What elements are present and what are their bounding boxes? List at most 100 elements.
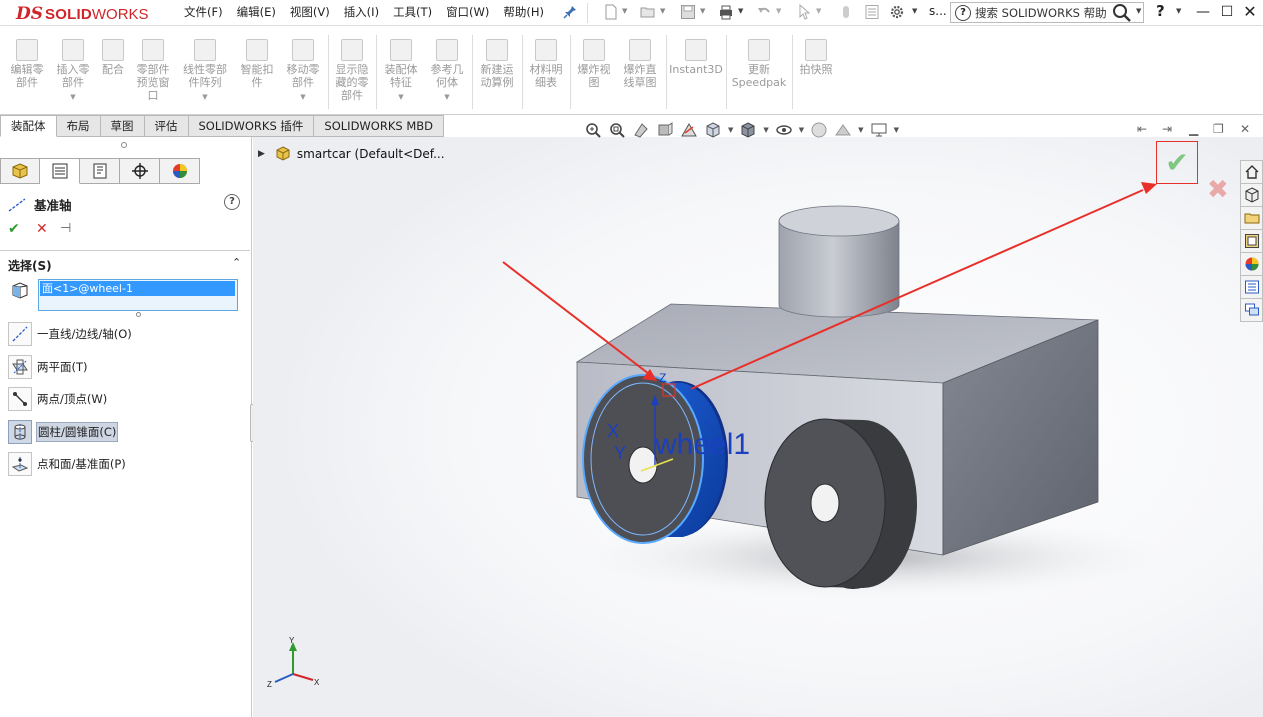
insert-component-dropdown-icon[interactable]: ▼ — [50, 91, 96, 104]
new-dropdown-icon[interactable]: ▼ — [622, 7, 627, 15]
menu-window[interactable]: 窗口(W) — [446, 4, 489, 22]
tab-property-manager[interactable] — [40, 158, 80, 184]
menu-file[interactable]: 文件(F) — [184, 4, 223, 22]
pushpin-button[interactable]: ⊣ — [60, 221, 71, 236]
selection-list-box[interactable]: 面<1>@wheel-1 — [38, 279, 238, 311]
take-snapshot-button[interactable]: 拍快照 — [794, 39, 838, 76]
search-icon[interactable] — [1112, 3, 1132, 23]
menu-view[interactable]: 视图(V) — [290, 4, 330, 22]
edit-component-button[interactable]: 编辑零 部件 — [4, 39, 50, 89]
open-dropdown-icon[interactable]: ▼ — [660, 7, 665, 15]
select-dropdown-icon[interactable]: ▼ — [816, 7, 821, 15]
tab-evaluate[interactable]: 评估 — [144, 115, 189, 137]
solidworks-logo[interactable]: DS SOLID WORKS — [16, 2, 149, 26]
tab-dimxpert-manager[interactable] — [120, 158, 160, 184]
task-custom-properties-tab[interactable] — [1240, 275, 1263, 299]
ok-checkmark-button[interactable]: ✔ — [8, 221, 20, 237]
flyout-feature-tree[interactable]: ▶ smartcar (Default<Def... — [258, 146, 445, 162]
select-arrow-icon[interactable] — [796, 4, 812, 20]
maximize-window-icon[interactable]: ☐ — [1217, 3, 1237, 21]
new-document-icon[interactable] — [603, 4, 619, 20]
tab-configuration-manager[interactable] — [80, 158, 120, 184]
print-icon[interactable] — [718, 4, 734, 20]
save-icon[interactable] — [680, 4, 696, 20]
list-resize-handle[interactable] — [136, 312, 141, 317]
menu-help[interactable]: 帮助(H) — [503, 4, 544, 22]
apply-scene-icon[interactable] — [834, 121, 852, 139]
selections-section-title[interactable]: 选择(S) — [8, 257, 52, 274]
option-two-points[interactable]: 两点/顶点(W) — [8, 387, 108, 411]
tab-addins[interactable]: SOLIDWORKS 插件 — [188, 115, 315, 137]
task-file-explorer-tab[interactable] — [1240, 206, 1263, 230]
save-dropdown-icon[interactable]: ▼ — [700, 7, 705, 15]
option-two-planes[interactable]: 两平面(T) — [8, 355, 89, 379]
pin-menu-icon[interactable] — [562, 4, 578, 20]
options-gear-icon[interactable] — [889, 4, 905, 20]
reference-geometry-button[interactable]: 参考几 何体 ▼ — [424, 39, 470, 104]
apply-scene-dropdown-icon[interactable]: ▼ — [858, 126, 863, 134]
rebuild-icon[interactable] — [838, 4, 854, 20]
dynamic-annotation-icon[interactable] — [680, 121, 698, 139]
insert-component-button[interactable]: 插入零 部件 ▼ — [50, 39, 96, 104]
hide-show-items-icon[interactable] — [775, 121, 793, 139]
assembly-features-button[interactable]: 装配体 特征 ▼ — [378, 39, 424, 104]
new-motion-study-button[interactable]: 新建运 动算例 — [474, 39, 520, 89]
assembly-features-dropdown-icon[interactable]: ▼ — [378, 91, 424, 104]
viewport-minimize-icon[interactable]: ▁ — [1189, 122, 1198, 136]
zoom-to-area-icon[interactable] — [608, 121, 626, 139]
reference-geometry-dropdown-icon[interactable]: ▼ — [424, 91, 470, 104]
menu-tools[interactable]: 工具(T) — [393, 4, 432, 22]
tab-sketch[interactable]: 草图 — [100, 115, 145, 137]
print-dropdown-icon[interactable]: ▼ — [738, 7, 743, 15]
view-settings-dropdown-icon[interactable]: ▼ — [894, 126, 899, 134]
linear-pattern-dropdown-icon[interactable]: ▼ — [178, 91, 232, 104]
viewport-next-icon[interactable]: ⇥ — [1162, 122, 1172, 136]
menu-edit[interactable]: 编辑(E) — [237, 4, 276, 22]
smart-fasteners-button[interactable]: 智能扣 件 — [234, 39, 280, 89]
display-style-icon[interactable] — [739, 121, 757, 139]
tab-assembly[interactable]: 装配体 — [0, 115, 57, 137]
options-dropdown-icon[interactable]: ▼ — [912, 7, 917, 15]
file-properties-icon[interactable] — [864, 4, 880, 20]
collapse-chevron-icon[interactable]: ⌃ — [232, 256, 241, 269]
update-speedpak-button[interactable]: 更新 Speedpak — [728, 39, 790, 89]
graphics-area[interactable]: + X Y Z wheel1 Y X Z ▶ smartcar (Default… — [253, 137, 1263, 717]
zoom-to-fit-icon[interactable] — [584, 121, 602, 139]
close-window-icon[interactable]: ✕ — [1240, 3, 1260, 21]
view-settings-monitor-icon[interactable] — [870, 121, 888, 139]
option-cylinder-cone[interactable]: 圆柱/圆锥面(C) — [8, 420, 119, 444]
task-appearances-tab[interactable] — [1240, 252, 1263, 276]
viewport-prev-icon[interactable]: ⇤ — [1137, 122, 1147, 136]
explode-line-sketch-button[interactable]: 爆炸直 线草图 — [616, 39, 664, 89]
minimize-window-icon[interactable]: — — [1193, 3, 1213, 21]
expand-arrow-icon[interactable]: ▶ — [258, 149, 265, 159]
tab-display-manager[interactable] — [160, 158, 200, 184]
assembly-tree-item[interactable]: smartcar (Default<Def... — [297, 147, 445, 161]
viewport-close-icon[interactable]: ✕ — [1240, 122, 1250, 136]
panel-grip-handle[interactable] — [121, 142, 127, 148]
tab-layout[interactable]: 布局 — [56, 115, 101, 137]
component-preview-button[interactable]: 零部件 预览窗 口 — [130, 39, 176, 102]
undo-dropdown-icon[interactable]: ▼ — [776, 7, 781, 15]
hide-show-dropdown-icon[interactable]: ▼ — [799, 126, 804, 134]
selected-face-item[interactable]: 面<1>@wheel-1 — [40, 281, 235, 296]
move-component-button[interactable]: 移动零 部件 ▼ — [280, 39, 326, 104]
display-style-dropdown-icon[interactable]: ▼ — [763, 126, 768, 134]
task-view-palette-tab[interactable] — [1240, 229, 1263, 253]
edit-appearance-icon[interactable] — [810, 121, 828, 139]
menu-insert[interactable]: 插入(I) — [344, 4, 379, 22]
viewport-restore-icon[interactable]: ❐ — [1213, 122, 1224, 136]
search-dropdown-icon[interactable]: ▼ — [1136, 7, 1141, 15]
task-resources-tab[interactable] — [1240, 183, 1263, 207]
move-component-dropdown-icon[interactable]: ▼ — [280, 91, 326, 104]
confirmation-corner-cancel-icon[interactable]: ✖ — [1207, 175, 1229, 205]
exploded-view-button[interactable]: 爆炸视 图 — [572, 39, 616, 89]
help-question-icon[interactable]: ? — [1156, 2, 1165, 20]
view-orientation-dropdown-icon[interactable]: ▼ — [728, 126, 733, 134]
cancel-x-button[interactable]: ✕ — [36, 221, 48, 237]
undo-icon[interactable] — [756, 4, 772, 20]
option-line-edge-axis[interactable]: 一直线/边线/轴(O) — [8, 322, 133, 346]
section-view-icon[interactable] — [656, 121, 674, 139]
instant3d-button[interactable]: Instant3D — [668, 39, 724, 76]
bill-of-materials-button[interactable]: 材料明 细表 — [524, 39, 568, 89]
